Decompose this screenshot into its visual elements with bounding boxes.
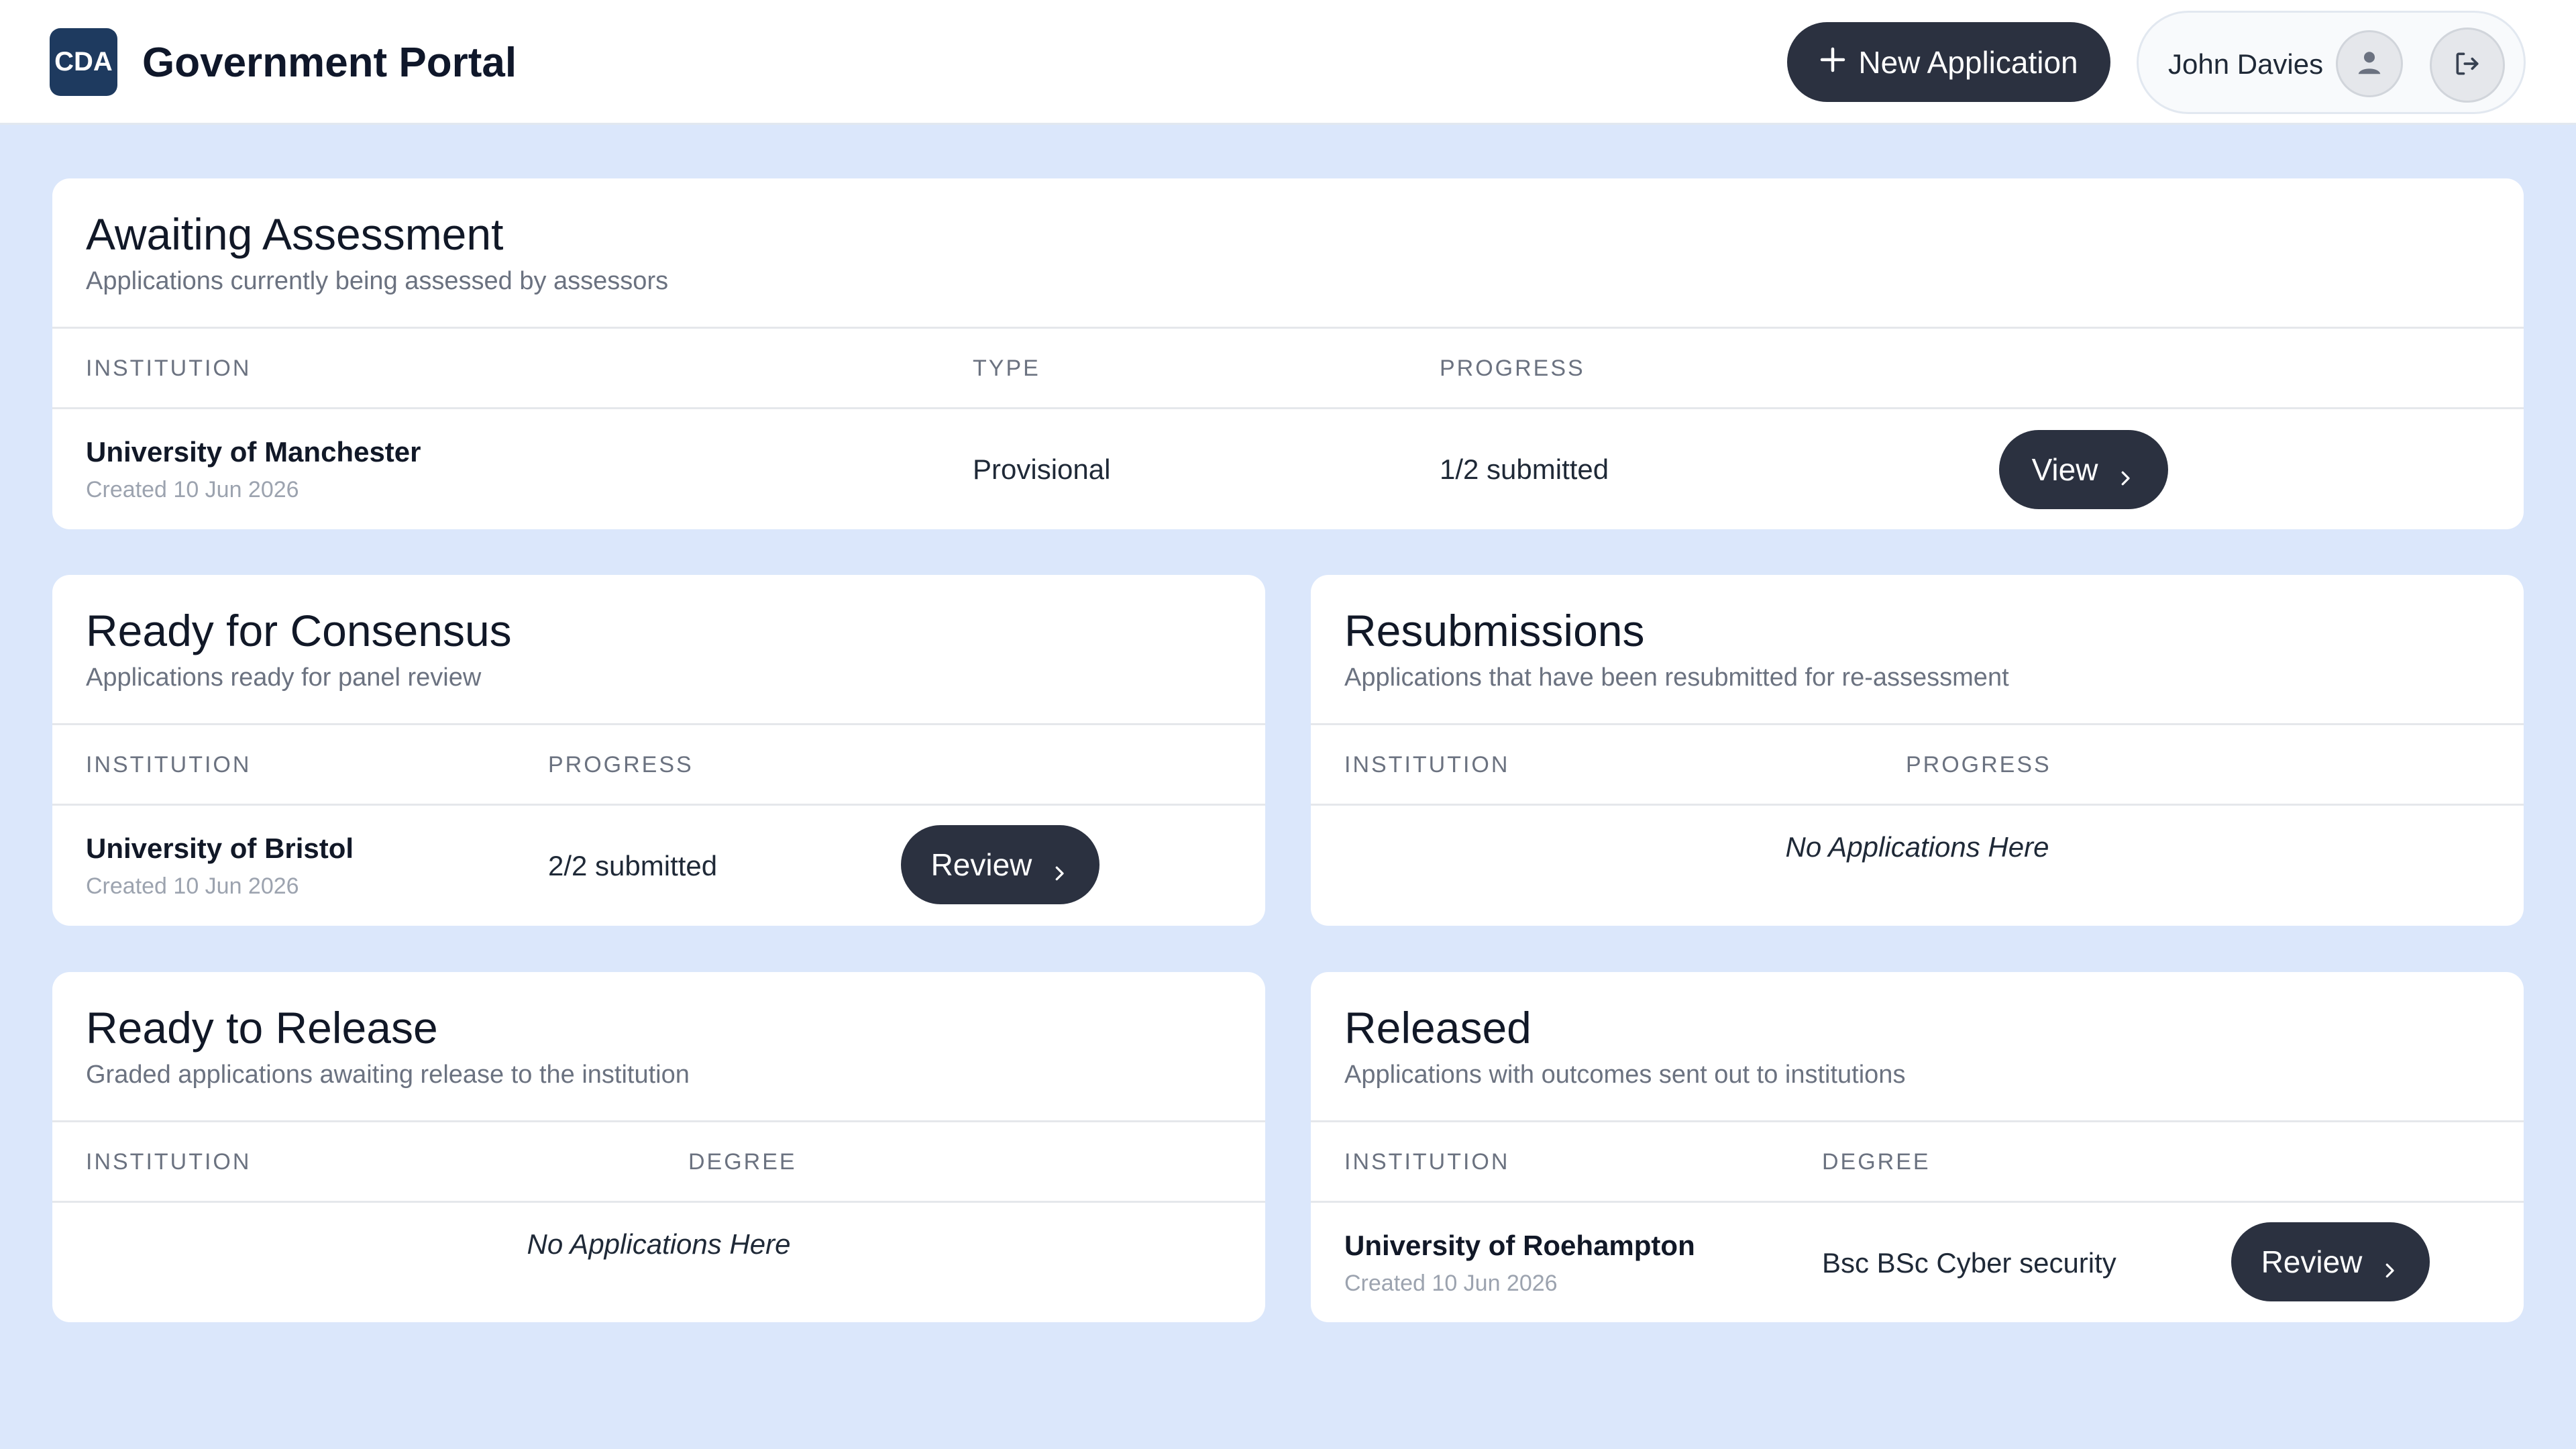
logout-icon — [2453, 49, 2482, 82]
chevron-right-icon — [1049, 855, 1069, 881]
user-name: John Davies — [2168, 48, 2324, 80]
empty-state: No Applications Here — [527, 1228, 791, 1260]
column-header-progress: PROGRESS — [548, 752, 694, 777]
card-title: Ready for Consensus — [86, 606, 512, 655]
view-button-label: View — [2031, 452, 2098, 487]
divider — [1311, 804, 2524, 806]
avatar[interactable] — [2336, 30, 2403, 97]
progress-value: 1/2 submitted — [1440, 453, 1609, 485]
divider — [1311, 1120, 2524, 1122]
awaiting-assessment-card: Awaiting Assessment Applications current… — [52, 178, 2524, 529]
column-header-progress: PROGRESS — [1440, 356, 1585, 381]
chevron-right-icon — [2115, 460, 2135, 486]
column-header-institution: INSTITUTION — [1344, 752, 1510, 777]
released-card: Released Applications with outcomes sent… — [1311, 972, 2524, 1322]
institution-name: University of Manchester — [86, 436, 421, 468]
progress-value: 2/2 submitted — [548, 850, 718, 881]
column-header-degree: DEGREE — [688, 1149, 797, 1175]
created-date: Created 10 Jun 2026 — [86, 477, 299, 502]
divider — [52, 1120, 1265, 1122]
card-subtitle: Applications with outcomes sent out to i… — [1344, 1061, 1906, 1089]
view-button[interactable]: View — [1999, 430, 2168, 509]
divider — [52, 327, 2524, 329]
user-icon — [2354, 47, 2385, 81]
chevron-right-icon — [2379, 1252, 2400, 1278]
divider — [52, 1201, 1265, 1203]
column-header-type: TYPE — [973, 356, 1040, 381]
column-header-institution: INSTITUTION — [86, 356, 252, 381]
divider — [1311, 1201, 2524, 1203]
divider — [52, 407, 2524, 409]
card-title: Awaiting Assessment — [86, 209, 504, 259]
column-header-institution: INSTITUTION — [1344, 1149, 1510, 1175]
portal-title: Government Portal — [142, 40, 517, 86]
logout-button[interactable] — [2430, 28, 2505, 103]
empty-state: No Applications Here — [1785, 831, 2049, 863]
review-button-label: Review — [2261, 1244, 2363, 1279]
type-value: Provisional — [973, 453, 1111, 485]
review-button[interactable]: Review — [2231, 1222, 2430, 1301]
card-title: Resubmissions — [1344, 606, 1645, 655]
resubmissions-card: Resubmissions Applications that have bee… — [1311, 575, 2524, 926]
institution-name: University of Bristol — [86, 833, 354, 864]
ready-for-consensus-card: Ready for Consensus Applications ready f… — [52, 575, 1265, 926]
created-date: Created 10 Jun 2026 — [1344, 1271, 1558, 1296]
top-bar: CDA Government Portal New Application Jo… — [0, 0, 2576, 125]
card-title: Released — [1344, 1003, 1532, 1053]
new-application-label: New Application — [1858, 44, 2078, 80]
card-subtitle: Graded applications awaiting release to … — [86, 1061, 690, 1089]
plus-icon — [1819, 41, 1846, 80]
divider — [1311, 723, 2524, 725]
review-button-label: Review — [930, 847, 1032, 882]
review-button[interactable]: Review — [901, 825, 1099, 904]
column-header-progress: PROGRESS — [1906, 752, 2051, 777]
ready-to-release-card: Ready to Release Graded applications awa… — [52, 972, 1265, 1322]
divider — [52, 723, 1265, 725]
card-subtitle: Applications ready for panel review — [86, 663, 482, 692]
card-title: Ready to Release — [86, 1003, 438, 1053]
divider — [52, 804, 1265, 806]
created-date: Created 10 Jun 2026 — [86, 873, 299, 899]
portal-logo[interactable]: CDA — [50, 28, 117, 96]
institution-name: University of Roehampton — [1344, 1230, 1695, 1261]
column-header-institution: INSTITUTION — [86, 752, 252, 777]
card-subtitle: Applications currently being assessed by… — [86, 267, 669, 295]
user-menu: John Davies — [2137, 11, 2526, 114]
degree-value: Bsc BSc Cyber security — [1822, 1247, 2116, 1279]
column-header-institution: INSTITUTION — [86, 1149, 252, 1175]
new-application-button[interactable]: New Application — [1787, 22, 2110, 102]
card-subtitle: Applications that have been resubmitted … — [1344, 663, 2009, 692]
column-header-degree: DEGREE — [1822, 1149, 1931, 1175]
